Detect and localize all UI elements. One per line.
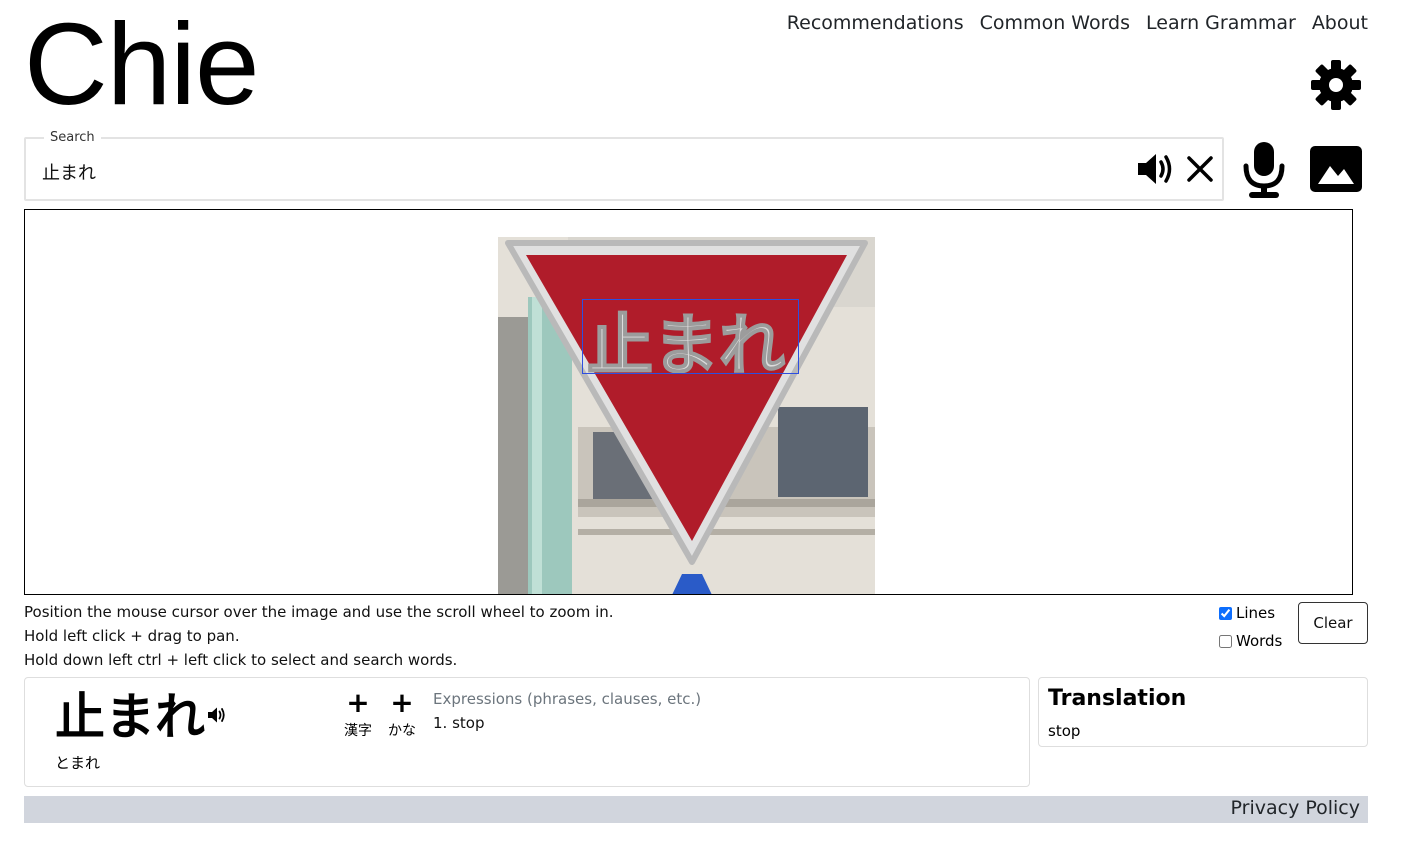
app-logo[interactable]: Chie — [24, 4, 260, 124]
result-word: 止まれ — [55, 688, 205, 746]
lines-label: Lines — [1236, 604, 1276, 622]
words-checkbox[interactable] — [1219, 634, 1232, 648]
stop-sign-image[interactable]: 止まれ — [498, 237, 875, 595]
search-field[interactable]: Search 止まれ — [24, 130, 1224, 201]
add-kana-button[interactable]: + かな — [385, 686, 419, 740]
nav-learn-grammar[interactable]: Learn Grammar — [1146, 12, 1296, 34]
hint-pan: Hold left click + drag to pan. — [24, 627, 240, 645]
search-input[interactable]: 止まれ — [42, 159, 96, 185]
search-legend: Search — [44, 130, 101, 145]
definition-list: 1. stop — [433, 714, 484, 732]
part-of-speech: Expressions (phrases, clauses, etc.) — [433, 690, 702, 708]
top-nav: Recommendations Common Words Learn Gramm… — [787, 12, 1368, 34]
nav-common-words[interactable]: Common Words — [980, 12, 1130, 34]
translation-title: Translation — [1048, 686, 1187, 711]
word-result-card: 止まれ とまれ + 漢字 + かな Expressions (phrases, … — [24, 677, 1030, 787]
microphone-icon[interactable] — [1240, 140, 1288, 200]
add-kanji-label: 漢字 — [344, 723, 372, 739]
lines-option[interactable]: Lines — [1219, 599, 1282, 627]
overlay-options: Lines Words — [1219, 599, 1282, 655]
definition-item: 1. stop — [433, 714, 485, 732]
gear-icon[interactable] — [1310, 59, 1362, 111]
footer: Privacy Policy — [24, 796, 1368, 823]
translation-card: Translation stop — [1038, 677, 1368, 747]
ocr-line-box[interactable] — [582, 299, 799, 374]
image-upload-icon[interactable] — [1310, 146, 1362, 192]
nav-about[interactable]: About — [1312, 12, 1368, 34]
words-option[interactable]: Words — [1219, 627, 1282, 655]
translation-text: stop — [1048, 722, 1081, 740]
plus-icon: + — [390, 686, 414, 719]
close-icon[interactable] — [1184, 153, 1216, 185]
words-label: Words — [1236, 632, 1283, 650]
image-canvas[interactable]: 止まれ — [24, 209, 1353, 595]
add-kana-label: かな — [388, 723, 416, 739]
privacy-policy-link[interactable]: Privacy Policy — [1231, 797, 1360, 819]
add-kanji-button[interactable]: + 漢字 — [341, 686, 375, 740]
speaker-icon[interactable] — [1136, 151, 1176, 187]
hint-zoom: Position the mouse cursor over the image… — [24, 603, 614, 621]
plus-icon: + — [346, 686, 370, 719]
lines-checkbox[interactable] — [1219, 606, 1232, 620]
hint-select: Hold down left ctrl + left click to sele… — [24, 651, 458, 669]
usage-hints: Position the mouse cursor over the image… — [24, 600, 614, 672]
clear-button[interactable]: Clear — [1298, 602, 1368, 644]
nav-recommendations[interactable]: Recommendations — [787, 12, 964, 34]
speaker-icon[interactable] — [207, 706, 227, 724]
result-reading: とまれ — [55, 754, 101, 772]
